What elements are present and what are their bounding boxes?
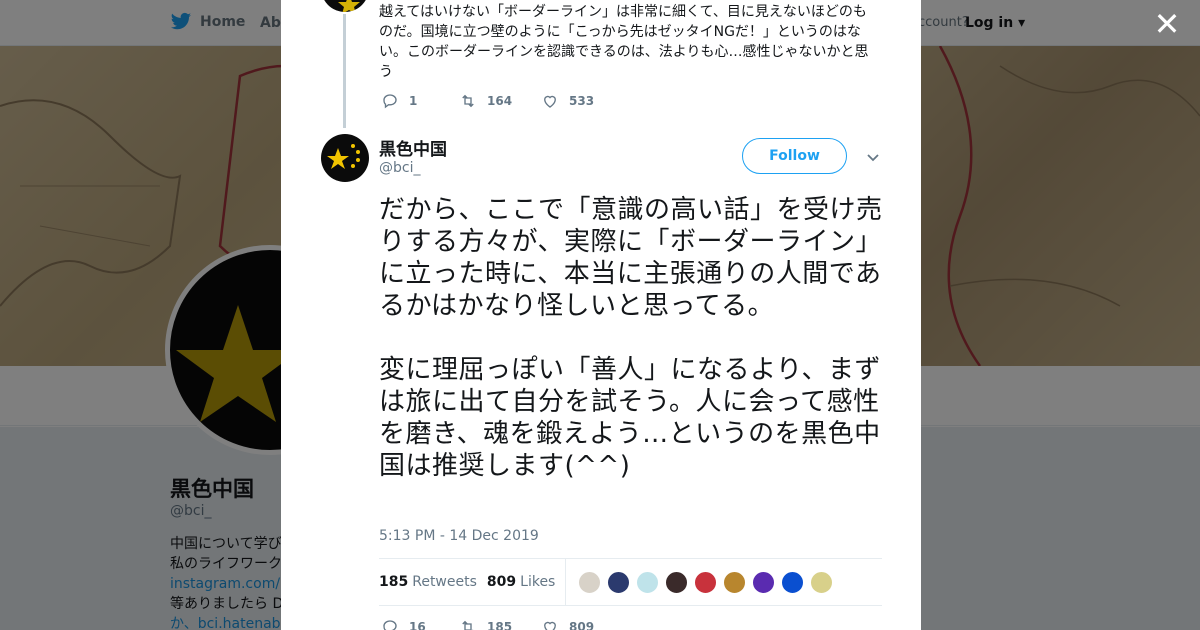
retweets-stat-label: Retweets (412, 574, 477, 590)
tweet-paragraph: 変に理屈っぽい「善人」になるより、まずは旅に出て自分を試そう。人に会って感性を磨… (379, 355, 881, 481)
retweets-stat[interactable]: 185 Retweets (379, 574, 477, 590)
liker-avatar[interactable] (810, 570, 834, 594)
heart-icon (544, 95, 556, 108)
reply-icon (383, 620, 397, 630)
thread-connector-line (343, 14, 346, 128)
retweets-stat-count: 185 (379, 574, 409, 590)
liker-avatar[interactable] (636, 570, 660, 594)
liker-avatar[interactable] (752, 570, 776, 594)
star-icon (338, 0, 360, 12)
likes-stat-count: 809 (486, 574, 517, 590)
like-count: 809 (569, 620, 595, 630)
author-avatar[interactable] (321, 134, 369, 182)
author-name[interactable]: 黒色中国 (379, 135, 447, 160)
tweet-stats: 185 Retweets 809 Likes (379, 558, 882, 606)
like-button[interactable]: 809 (541, 618, 594, 630)
likes-stat-label: Likes (520, 574, 556, 590)
retweet-icon (462, 94, 474, 108)
previous-tweet-text: 越えてはいけない「ボーダーライン」は非常に細くて、目に見えないほどのものだ。国境… (379, 4, 869, 80)
retweet-count: 185 (487, 620, 513, 630)
liker-avatar[interactable] (694, 570, 718, 594)
retweet-button[interactable]: 185 (459, 618, 541, 630)
chevron-down-icon[interactable] (865, 150, 881, 166)
reply-icon (383, 94, 397, 109)
reply-count: 16 (409, 620, 426, 630)
previous-tweet-avatar[interactable] (321, 0, 369, 12)
like-button[interactable]: 533 (541, 92, 594, 110)
previous-tweet-actions: 1 164 533 (381, 92, 594, 110)
tweet-modal: 越えてはいけない「ボーダーライン」は非常に細くて、目に見えないほどのものだ。国境… (281, 0, 921, 630)
retweet-button[interactable]: 164 (459, 92, 541, 110)
close-icon[interactable]: ✕ (1152, 8, 1182, 40)
retweet-count: 164 (487, 94, 513, 108)
tweet-text: だから、ここで「意識の高い話」を受け売りする方々が、実際に「ボーダーライン」に立… (379, 194, 891, 514)
star-icon (327, 144, 360, 169)
liker-avatar[interactable] (607, 570, 631, 594)
tweet-timestamp[interactable]: 5:13 PM - 14 Dec 2019 (379, 528, 539, 544)
like-count: 533 (569, 94, 595, 108)
reply-count: 1 (409, 94, 418, 108)
tweet-actions: 16 185 809 (381, 618, 594, 630)
liker-avatar[interactable] (578, 570, 602, 594)
tweet-paragraph: だから、ここで「意識の高い話」を受け売りする方々が、実際に「ボーダーライン」に立… (379, 195, 883, 321)
liker-avatar[interactable] (665, 570, 689, 594)
reply-button[interactable]: 1 (381, 92, 459, 110)
stats-divider (565, 558, 567, 606)
likes-stat[interactable]: 809 Likes (487, 574, 555, 590)
author-handle[interactable]: @bci_ (379, 160, 420, 176)
reply-button[interactable]: 16 (381, 618, 459, 630)
follow-button[interactable]: Follow (742, 138, 847, 174)
liker-avatars (578, 570, 834, 594)
heart-icon (544, 621, 556, 630)
liker-avatar[interactable] (723, 570, 747, 594)
liker-avatar[interactable] (781, 570, 805, 594)
retweet-icon (462, 620, 474, 630)
